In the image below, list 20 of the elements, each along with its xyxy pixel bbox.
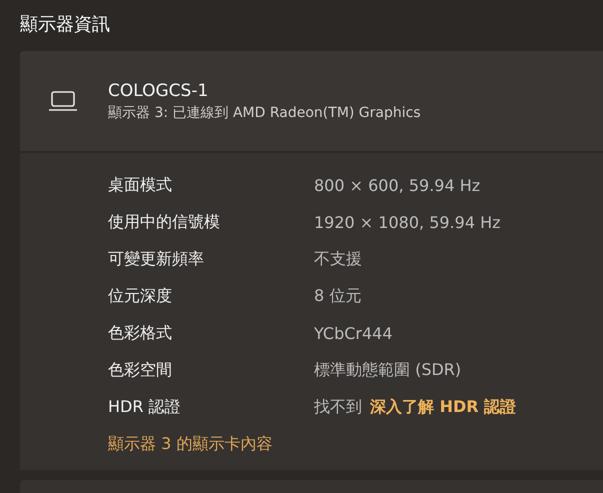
- detail-label: 桌面模式: [108, 175, 173, 196]
- adapter-properties-link[interactable]: 顯示器 3 的顯示卡內容: [108, 434, 272, 455]
- detail-label: 色彩空間: [108, 360, 173, 381]
- detail-label: 可變更新頻率: [108, 249, 205, 270]
- detail-value: 1920 × 1080, 59.94 Hz: [314, 213, 501, 232]
- section-title: 顯示器資訊: [19, 13, 111, 37]
- detail-label: 位元深度: [108, 286, 173, 307]
- detail-label: 色彩格式: [108, 323, 173, 344]
- detail-label: HDR 認證: [108, 397, 182, 418]
- detail-value: 800 × 600, 59.94 Hz: [314, 176, 480, 195]
- detail-value: 8 位元: [314, 286, 362, 307]
- laptop-icon: [48, 90, 78, 112]
- detail-value: YCbCr444: [314, 324, 393, 343]
- detail-value: 不支援: [314, 249, 362, 270]
- detail-label: 使用中的信號模: [108, 212, 221, 233]
- learn-more-link[interactable]: 深入了解 HDR 認證: [370, 397, 516, 418]
- display-subtitle: 顯示器 3: 已連線到 AMD Radeon(TM) Graphics: [108, 104, 421, 122]
- detail-value: 標準動態範圍 (SDR): [314, 360, 462, 381]
- detail-value: 找不到: [314, 397, 362, 418]
- display-name: COLOGCS-1: [108, 80, 210, 100]
